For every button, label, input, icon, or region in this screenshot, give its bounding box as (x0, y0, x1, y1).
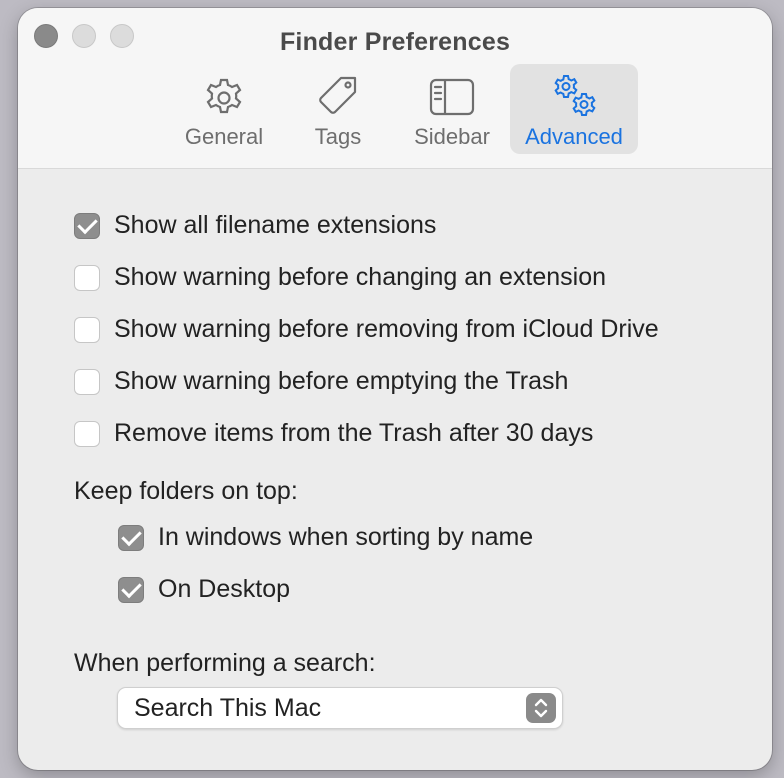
option-label: Remove items from the Trash after 30 day… (114, 419, 594, 447)
preference-tabs: General Tags Sidebar Advanced (168, 64, 640, 154)
window-title: Finder Preferences (279, 28, 511, 56)
tab-sidebar-label: Sidebar (414, 124, 490, 149)
toolbar: Finder Preferences General Tags Sidebar … (18, 8, 772, 169)
search-scope-popup[interactable]: Search This Mac (117, 687, 563, 729)
folders-desktop-checkbox[interactable] (118, 576, 144, 603)
remove-trash-30-days-checkbox[interactable] (74, 420, 100, 447)
tab-general-label: General (184, 124, 264, 149)
option-label: Show warning before changing an extensio… (114, 263, 607, 291)
option-label: Show warning before removing from iCloud… (114, 315, 659, 343)
advanced-pane: Show all filename extensions Show warnin… (18, 169, 772, 770)
folders-on-top-heading: Keep folders on top: (74, 477, 298, 505)
option-label: In windows when sorting by name (158, 523, 534, 551)
show-extensions-checkbox[interactable] (74, 212, 100, 239)
gear-icon (206, 78, 242, 114)
tab-sidebar[interactable]: Sidebar (396, 64, 508, 154)
option-warn-icloud: Show warning before removing from iCloud… (74, 315, 659, 344)
sidebar-icon (429, 78, 475, 116)
search-scope-value: Search This Mac (134, 693, 322, 722)
gears-icon (554, 75, 596, 116)
folders-windows-checkbox[interactable] (118, 524, 144, 551)
tab-advanced-label: Advanced (525, 124, 623, 149)
tab-tags-label: Tags (314, 124, 362, 149)
warn-change-extension-checkbox[interactable] (74, 264, 100, 291)
warn-empty-trash-checkbox[interactable] (74, 368, 100, 395)
option-folders-windows: In windows when sorting by name (118, 523, 533, 552)
option-show-extensions: Show all filename extensions (74, 211, 436, 240)
option-warn-empty-trash: Show warning before emptying the Trash (74, 367, 568, 396)
tab-tags[interactable]: Tags (282, 64, 394, 154)
search-scope-heading: When performing a search: (74, 649, 376, 677)
warn-icloud-checkbox[interactable] (74, 316, 100, 343)
option-label: Show warning before emptying the Trash (114, 367, 569, 395)
option-folders-desktop: On Desktop (118, 575, 290, 604)
option-warn-change-extension: Show warning before changing an extensio… (74, 263, 606, 292)
tab-general[interactable]: General (168, 64, 280, 154)
option-label: On Desktop (158, 575, 291, 603)
chevron-up-down-icon (526, 693, 556, 723)
option-label: Show all filename extensions (114, 211, 437, 239)
finder-preferences-window: Finder Preferences General Tags Sidebar … (18, 8, 772, 770)
tag-icon (319, 76, 357, 114)
option-remove-trash-30-days: Remove items from the Trash after 30 day… (74, 419, 593, 448)
tab-advanced[interactable]: Advanced (510, 64, 638, 154)
